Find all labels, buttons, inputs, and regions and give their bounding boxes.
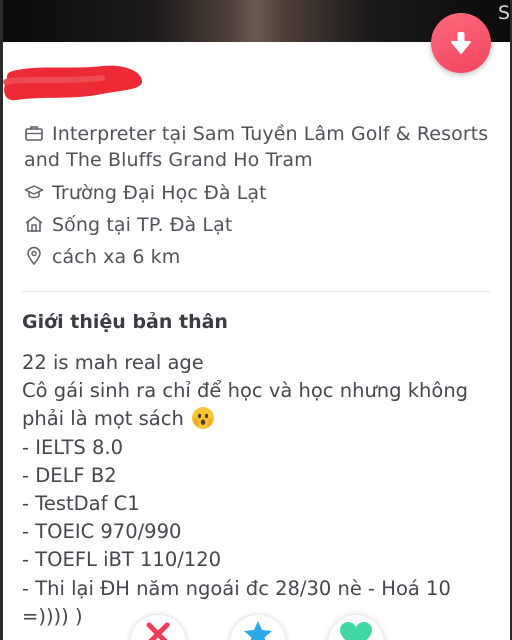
x-icon xyxy=(146,622,170,640)
city-text: Sống tại TP. Đà Lạt xyxy=(52,214,233,236)
about-title: Giới thiệu bản thân xyxy=(22,311,228,333)
heart-icon xyxy=(340,622,372,640)
school-text: Trường Đại Học Đà Lạt xyxy=(52,182,267,204)
home-icon xyxy=(25,216,43,232)
distance-text: cách xa 6 km xyxy=(52,246,181,268)
job-text-line2: and The Bluffs Grand Ho Tram xyxy=(24,149,313,171)
nope-button[interactable] xyxy=(130,615,186,640)
job-text-line1: Interpreter tại Sam Tuyền Lâm Golf & Res… xyxy=(52,123,489,145)
bio-line: Cô gái sinh ra chỉ để học và học nhưng k… xyxy=(22,379,469,403)
like-button[interactable] xyxy=(328,615,384,640)
bio-line: - Thi lại ĐH năm ngoái đc 28/30 nè - Hoá… xyxy=(22,576,451,600)
superlike-button[interactable] xyxy=(230,615,286,640)
about-bio: 22 is mah real age Cô gái sinh ra chỉ để… xyxy=(22,349,502,631)
name-redaction xyxy=(3,65,143,101)
job-row: Interpreter tại Sam Tuyền Lâm Golf & Res… xyxy=(24,121,488,173)
bio-line: - TOEIC 970/990 xyxy=(22,520,182,544)
bio-line: - DELF B2 xyxy=(22,463,117,487)
school-row: Trường Đại Học Đà Lạt xyxy=(24,180,267,206)
collapse-profile-button[interactable] xyxy=(431,13,491,73)
graduation-cap-icon xyxy=(24,185,44,199)
bio-line: - IELTS 8.0 xyxy=(22,435,123,459)
bio-line: - TestDaf C1 xyxy=(22,492,140,516)
briefcase-icon xyxy=(25,126,43,141)
location-pin-icon xyxy=(27,246,41,266)
bio-line-text: phải là mọt sách xyxy=(22,407,184,431)
star-icon xyxy=(244,621,272,640)
hands-over-face-emoji xyxy=(192,407,215,430)
action-bar xyxy=(0,615,512,640)
distance-row: cách xa 6 km xyxy=(24,244,180,270)
photo-corner-text: S xyxy=(497,2,510,24)
bio-line: - TOEFL iBT 110/120 xyxy=(22,548,222,572)
bio-line: phải là mọt sách xyxy=(22,405,502,433)
arrow-down-icon xyxy=(451,32,471,54)
bio-line: 22 is mah real age xyxy=(22,351,204,374)
city-row: Sống tại TP. Đà Lạt xyxy=(24,212,232,238)
section-divider xyxy=(22,291,490,292)
